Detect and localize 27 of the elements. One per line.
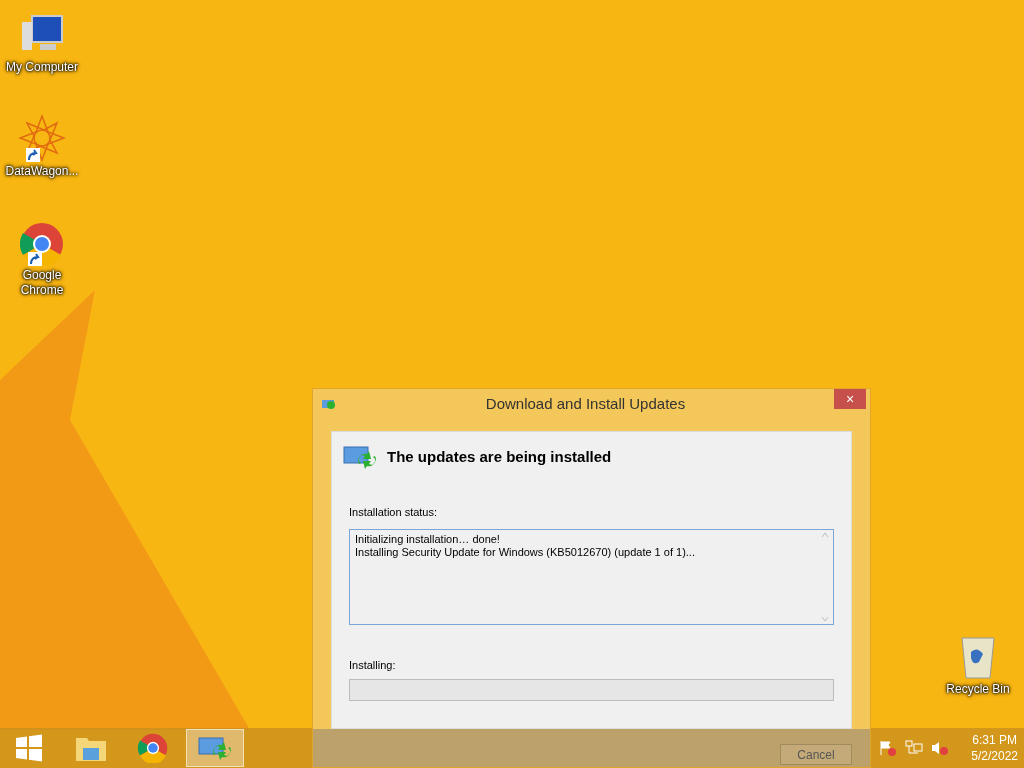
recycle-bin-icon [959, 634, 997, 680]
desktop-icon-label[interactable]: My Computer [6, 60, 78, 75]
chrome-icon [138, 733, 168, 763]
scroll-up-icon [821, 531, 829, 538]
dialog-heading: The updates are being installed [387, 446, 612, 467]
status-label: Installation status: [349, 505, 439, 520]
update-icon [321, 398, 337, 410]
close-button[interactable]: × [834, 389, 866, 409]
desktop-icon-label[interactable]: Google Chrome [4, 268, 80, 298]
mandala-icon [18, 114, 66, 162]
clock-text[interactable]: 5/2/2022 [971, 748, 1018, 764]
desktop-icon-label[interactable]: Recycle Bin [946, 682, 1010, 697]
cancel-button[interactable]: Cancel [780, 744, 852, 765]
desktop-icon-label[interactable]: DataWagon... [5, 164, 79, 179]
log-line: Installing Security Update for Windows (KB5012670) (update 1 of 1)... [355, 545, 696, 559]
network-icon[interactable] [905, 740, 924, 756]
clock-text[interactable]: 6:31 PM [972, 732, 1017, 748]
flag-icon[interactable] [879, 740, 898, 756]
progress-label: Installing: [349, 657, 397, 673]
windows-logo-icon [15, 734, 43, 762]
scroll-down-icon [821, 615, 829, 622]
volume-muted-icon[interactable] [931, 740, 950, 756]
taskbar-button[interactable] [186, 729, 244, 767]
update-icon [343, 444, 377, 470]
window-title: Download and Install Updates [484, 393, 687, 414]
log-line: Initializing installation… done! [355, 532, 501, 546]
update-icon [198, 735, 232, 761]
